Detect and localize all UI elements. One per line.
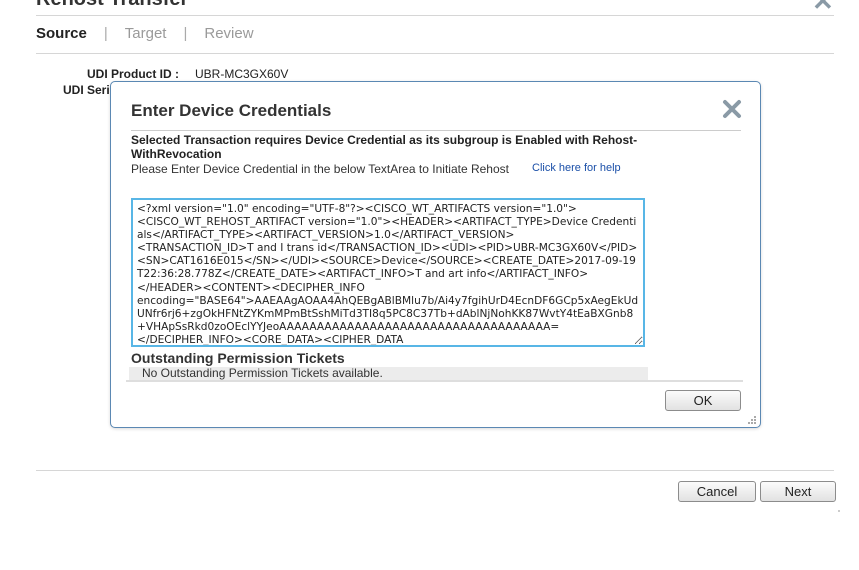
- dialog-title-divider: [131, 130, 741, 131]
- close-icon[interactable]: [721, 98, 743, 120]
- step-source[interactable]: Source: [36, 25, 87, 42]
- cancel-button[interactable]: Cancel: [678, 481, 756, 502]
- wizard-steps: Source | Target | Review: [36, 25, 254, 42]
- instruction-message: Please Enter Device Credential in the be…: [131, 162, 509, 176]
- resize-grip-icon[interactable]: [746, 413, 756, 424]
- outstanding-tickets-empty-message: No Outstanding Permission Tickets availa…: [129, 367, 648, 380]
- udi-product-id-value: UBR-MC3GX60V: [195, 67, 289, 81]
- step-review[interactable]: Review: [204, 25, 253, 42]
- title-divider: [36, 15, 834, 16]
- device-credentials-dialog: Enter Device Credentials Selected Transa…: [110, 81, 761, 428]
- dialog-footer-divider: [126, 380, 743, 382]
- udi-serial-label: UDI Seri: [63, 83, 110, 97]
- device-credential-textarea[interactable]: <?xml version="1.0" encoding="UTF-8"?><C…: [131, 198, 645, 347]
- steps-divider: [36, 53, 834, 54]
- help-link[interactable]: Click here for help: [532, 162, 621, 174]
- footer-divider: [36, 470, 834, 471]
- ok-button[interactable]: OK: [665, 390, 741, 411]
- step-separator: |: [183, 25, 188, 42]
- page-title: Rehost Transfer: [36, 0, 188, 11]
- dialog-title: Enter Device Credentials: [131, 101, 332, 120]
- udi-product-id-label: UDI Product ID :: [87, 67, 179, 81]
- subgroup-requirement-message: Selected Transaction requires Device Cre…: [131, 133, 638, 161]
- outstanding-tickets-heading: Outstanding Permission Tickets: [131, 350, 345, 366]
- decorative-dot: [838, 510, 840, 512]
- step-target[interactable]: Target: [125, 25, 167, 42]
- step-separator: |: [103, 25, 108, 42]
- next-button[interactable]: Next: [760, 481, 836, 502]
